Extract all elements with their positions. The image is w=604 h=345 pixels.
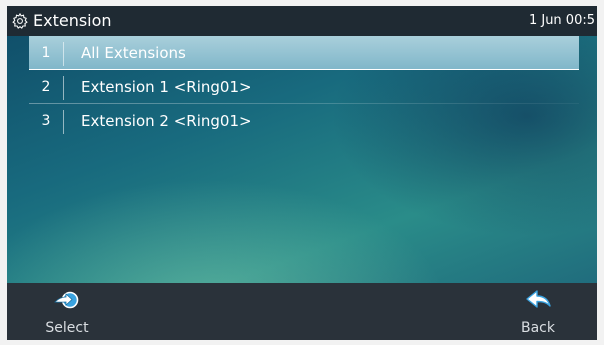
list-item-extension-2[interactable]: 3 Extension 2 <Ring01> [29, 104, 579, 138]
list-item-number: 1 [41, 45, 51, 61]
list-item-all-extensions[interactable]: 1 All Extensions [29, 36, 579, 70]
select-label: Select [45, 320, 89, 336]
back-label: Back [521, 320, 555, 336]
list-item-separator [63, 76, 64, 100]
page-title: Extension [33, 11, 112, 30]
gear-icon [12, 12, 28, 29]
back-softkey[interactable]: Back [498, 283, 578, 340]
list-item-separator [63, 42, 64, 66]
title-bar: Extension 1 Jun 00:5 [7, 6, 597, 36]
date-time: 1 Jun 00:5 [528, 13, 595, 28]
select-softkey[interactable]: Select [27, 283, 107, 340]
list-item-label: All Extensions [81, 44, 186, 62]
list-item-label: Extension 1 <Ring01> [81, 78, 252, 96]
select-arrow-icon [54, 291, 79, 309]
list-item-label: Extension 2 <Ring01> [81, 112, 252, 130]
phone-bezel: Extension 1 Jun 00:5 1 All Extensions 2 … [0, 0, 604, 345]
list-item-number: 3 [41, 113, 51, 129]
phone-screen: Extension 1 Jun 00:5 1 All Extensions 2 … [7, 6, 597, 340]
list-item-number: 2 [41, 79, 51, 95]
list-item-separator [63, 110, 64, 134]
softkey-bar: Select Back [7, 283, 597, 340]
back-arrow-icon [526, 290, 551, 308]
list-item-extension-1[interactable]: 2 Extension 1 <Ring01> [29, 70, 579, 104]
